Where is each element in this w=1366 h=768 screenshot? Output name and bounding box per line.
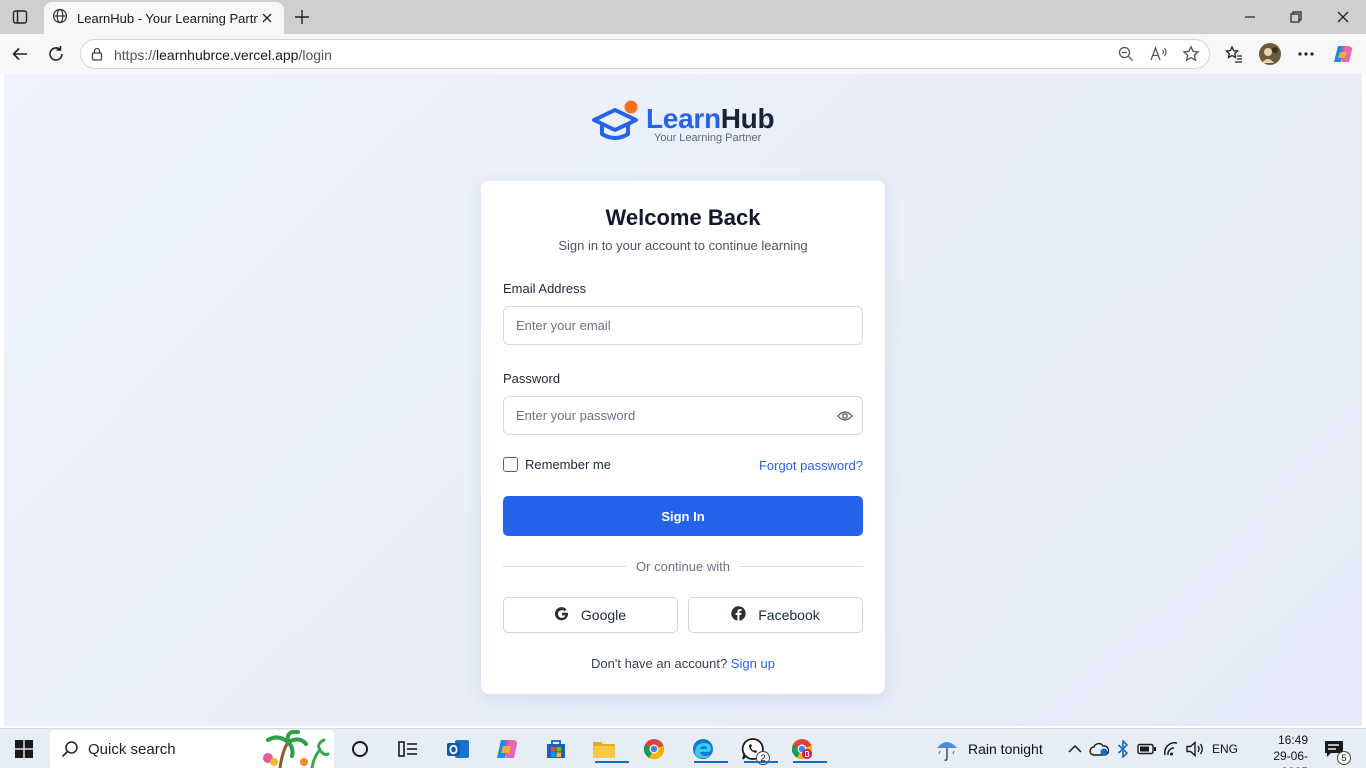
sign-up-link[interactable]: Sign up [731,656,775,671]
profile-avatar[interactable] [1258,42,1282,66]
facebook-signin-button[interactable]: Facebook [688,597,863,633]
search-highlight-palm-tree-icon [258,729,332,768]
url-text[interactable]: https://learnhubrce.vercel.app/login [114,47,332,63]
page-viewport: LearnHub Your Learning Partner Welcome B… [4,74,1362,726]
remember-me-label[interactable]: Remember me [525,457,611,472]
edge-browser-icon[interactable] [689,735,728,763]
tab-title: LearnHub - Your Learning Partner [77,10,258,26]
url-path: /login [298,47,332,63]
brand-name: LearnHub [646,103,775,135]
facebook-icon [731,606,746,624]
taskbar-search[interactable]: Quick search [50,729,334,768]
input-language[interactable]: ENG [1212,742,1238,756]
browser-tab-strip: LearnHub - Your Learning Partner [0,0,1366,34]
new-tab-icon[interactable] [290,5,314,29]
no-account-text: Don't have an account? [591,656,728,671]
file-explorer-icon[interactable] [590,735,629,763]
widgets-icon[interactable] [394,735,422,763]
remember-me-checkbox[interactable] [503,457,518,472]
read-aloud-icon[interactable] [1150,46,1168,67]
favorites-icon[interactable] [1222,42,1246,66]
clock-date: 29-06-2025 [1273,749,1308,768]
notification-count-badge: 5 [1337,751,1351,765]
copilot-icon[interactable] [1331,42,1355,66]
more-options-icon[interactable] [1294,42,1318,66]
chrome-icon[interactable] [640,735,668,763]
password-field[interactable] [503,396,863,435]
browser-toolbar: https://learnhubrce.vercel.app/login [0,34,1366,74]
brand-tagline: Your Learning Partner [654,132,762,144]
restore-icon[interactable] [1284,5,1308,29]
chrome-profile-icon[interactable] [788,735,827,763]
active-indicator [744,761,778,763]
url-scheme: https:// [114,47,157,63]
refresh-icon[interactable] [44,42,68,66]
login-card: Welcome Back Sign in to your account to … [481,181,885,694]
globe-icon [52,8,68,29]
signup-prompt: Don't have an account? Sign up [481,656,885,671]
close-window-icon[interactable] [1331,5,1355,29]
remember-me[interactable]: Remember me [503,457,611,472]
google-icon [554,606,569,624]
active-indicator [694,761,728,763]
close-tab-icon[interactable] [258,9,276,27]
search-placeholder: Quick search [88,741,176,758]
password-label: Password [503,371,561,386]
minimize-icon[interactable] [1238,5,1262,29]
weather-rain-icon[interactable] [934,735,962,763]
brand-name-hub: Hub [720,103,775,134]
forgot-password-link[interactable]: Forgot password? [759,458,863,473]
brand-name-learn: Learn [646,103,721,134]
google-label: Google [580,607,627,623]
clock-time: 16:49 [1277,733,1308,747]
windows-start-icon[interactable] [10,735,38,763]
facebook-label: Facebook [758,607,820,623]
zoom-out-icon[interactable] [1118,46,1134,67]
favorite-star-icon[interactable] [1182,45,1200,68]
graduation-cap-icon [592,100,642,149]
weather-text[interactable]: Rain tonight [968,741,1043,757]
show-password-eye-icon[interactable] [836,407,854,425]
active-indicator [793,761,827,763]
learnhub-logo[interactable]: LearnHub Your Learning Partner [592,100,792,148]
tab-actions-icon[interactable] [8,5,32,29]
login-title: Welcome Back [605,205,761,230]
search-icon [61,740,79,763]
task-view-icon[interactable] [346,735,374,763]
address-bar[interactable]: https://learnhubrce.vercel.app/login [80,39,1210,69]
browser-tab[interactable]: LearnHub - Your Learning Partner [44,2,284,34]
windows-taskbar: Quick search 2 Rain tonight ENG 16:49 29… [0,728,1366,768]
site-info-lock-icon[interactable] [90,47,104,66]
email-label: Email Address [503,281,587,296]
outlook-icon[interactable] [444,735,472,763]
or-continue-divider: Or continue with [503,559,863,574]
divider-line-right [739,566,863,567]
login-subtitle: Sign in to your account to continue lear… [558,238,808,253]
url-host: learnhubrce.vercel.app [156,47,299,63]
notifications-icon[interactable]: 5 [1320,735,1351,765]
sign-in-button[interactable]: Sign In [503,496,863,536]
google-signin-button[interactable]: Google [503,597,678,633]
back-icon[interactable] [8,42,32,66]
volume-icon[interactable] [1181,735,1209,763]
whatsapp-icon[interactable]: 2 [739,735,778,765]
email-field[interactable] [503,306,863,345]
microsoft-store-icon[interactable] [542,735,570,763]
taskbar-clock[interactable]: 16:49 29-06-2025 [1248,732,1308,768]
active-indicator [595,761,629,763]
copilot-app-icon[interactable] [493,735,521,763]
